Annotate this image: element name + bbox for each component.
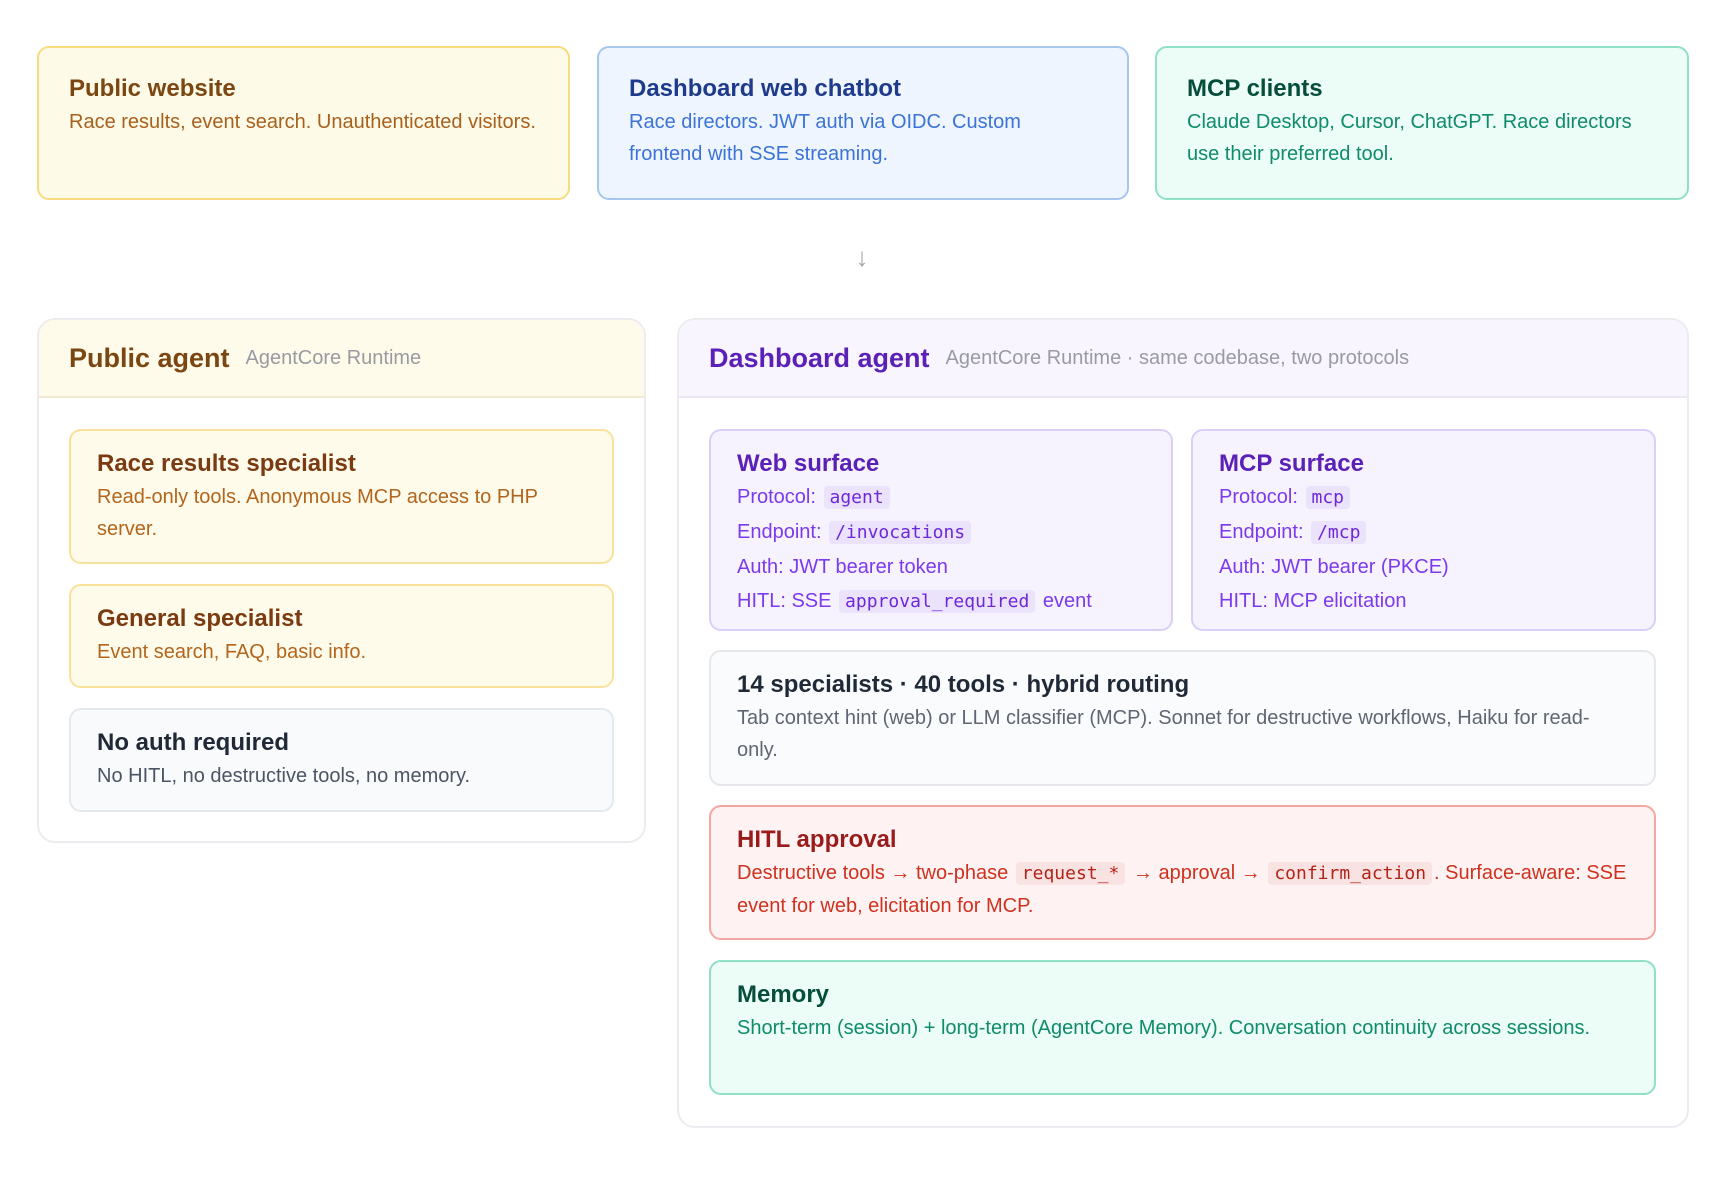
mcp-clients-title: MCP clients — [1187, 75, 1323, 102]
dashboard-agent-title: Dashboard agent — [709, 342, 930, 373]
hitl-code-confirm: confirm_action — [1268, 862, 1433, 885]
mcp-hitl-line: HITL: MCP elicitation — [1219, 590, 1407, 612]
web-hitl-code: approval_required — [839, 590, 1036, 613]
hitl-approval-title: HITL approval — [737, 826, 897, 853]
general-specialist-desc: Event search, FAQ, basic info. — [97, 641, 367, 663]
race-results-desc: Read-only tools. Anonymous MCP access to… — [97, 486, 538, 540]
web-surface-card: Web surface Protocol: agent Endpoint: /i… — [709, 429, 1173, 631]
race-results-title: Race results specialist — [97, 450, 356, 477]
dashboard-chatbot-title: Dashboard web chatbot — [629, 75, 902, 102]
mcp-surface-card: MCP surface Protocol: mcp Endpoint: /mcp… — [1191, 429, 1656, 631]
mcp-protocol-line: Protocol: mcp — [1219, 481, 1628, 514]
web-endpoint-label: Endpoint: — [737, 521, 822, 543]
public-agent-header: Public agent AgentCore Runtime — [39, 320, 644, 398]
web-endpoint-value: /invocations — [829, 521, 972, 544]
memory-card: Memory Short-term (session) + long-term … — [709, 960, 1656, 1095]
public-website-title: Public website — [69, 75, 236, 102]
hitl-text-1: Destructive tools → two-phase — [737, 862, 1009, 884]
mcp-protocol-value: mcp — [1305, 486, 1351, 509]
hitl-approval-card: HITL approval Destructive tools → two-ph… — [709, 805, 1656, 940]
mcp-surface-title: MCP surface — [1219, 450, 1364, 477]
mcp-protocol-label: Protocol: — [1219, 486, 1298, 508]
specialists-desc: Tab context hint (web) or LLM classifier… — [737, 707, 1590, 761]
dashboard-agent-header: Dashboard agent AgentCore Runtime · same… — [679, 320, 1687, 398]
dashboard-agent-subtitle: AgentCore Runtime · same codebase, two p… — [945, 346, 1410, 369]
web-hitl-suffix: event — [1042, 590, 1092, 612]
mcp-endpoint-line: Endpoint: /mcp — [1219, 516, 1628, 549]
specialists-title: 14 specialists · 40 tools · hybrid routi… — [737, 671, 1190, 698]
mcp-clients-desc: Claude Desktop, Cursor, ChatGPT. Race di… — [1187, 111, 1632, 165]
mcp-auth-line: Auth: JWT bearer (PKCE) — [1219, 556, 1449, 578]
general-specialist-title: General specialist — [97, 605, 303, 632]
web-endpoint-line: Endpoint: /invocations — [737, 516, 1145, 549]
no-auth-title: No auth required — [97, 729, 290, 756]
down-arrow-icon: ↓ — [855, 242, 869, 272]
race-results-specialist-card: Race results specialist Read-only tools.… — [69, 429, 614, 564]
web-protocol-line: Protocol: agent — [737, 481, 1145, 514]
mcp-endpoint-label: Endpoint: — [1219, 521, 1304, 543]
specialists-card: 14 specialists · 40 tools · hybrid routi… — [709, 650, 1656, 786]
hitl-text-2: → approval → — [1132, 862, 1261, 884]
hitl-code-request: request_* — [1015, 862, 1126, 885]
mcp-endpoint-value: /mcp — [1311, 521, 1367, 544]
memory-desc: Short-term (session) + long-term (AgentC… — [737, 1017, 1591, 1039]
public-website-card: Public website Race results, event searc… — [37, 46, 570, 200]
mcp-clients-card: MCP clients Claude Desktop, Cursor, Chat… — [1155, 46, 1689, 200]
hitl-approval-desc: Destructive tools → two-phase request_* … — [737, 857, 1628, 922]
no-auth-desc: No HITL, no destructive tools, no memory… — [97, 765, 471, 787]
memory-title: Memory — [737, 981, 830, 1008]
web-protocol-value: agent — [823, 486, 890, 509]
public-website-desc: Race results, event search. Unauthentica… — [69, 111, 536, 133]
dashboard-chatbot-desc: Race directors. JWT auth via OIDC. Custo… — [629, 111, 1021, 165]
web-hitl-label: HITL: SSE — [737, 590, 832, 612]
web-protocol-label: Protocol: — [737, 486, 816, 508]
no-auth-card: No auth required No HITL, no destructive… — [69, 708, 614, 812]
public-agent-subtitle: AgentCore Runtime — [245, 346, 422, 369]
dashboard-chatbot-card: Dashboard web chatbot Race directors. JW… — [597, 46, 1129, 200]
public-agent-title: Public agent — [69, 342, 230, 373]
web-auth-line: Auth: JWT bearer token — [737, 556, 948, 578]
web-hitl-line: HITL: SSE approval_required event — [737, 585, 1145, 618]
web-surface-title: Web surface — [737, 450, 880, 477]
general-specialist-card: General specialist Event search, FAQ, ba… — [69, 584, 614, 688]
